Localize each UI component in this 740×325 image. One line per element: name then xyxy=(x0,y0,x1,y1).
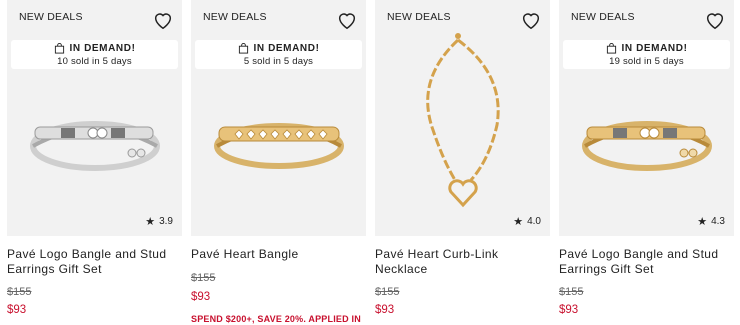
rating-value: 3.9 xyxy=(159,216,173,227)
star-icon: ★ xyxy=(513,216,524,228)
sale-price: $93 xyxy=(191,291,211,303)
shopping-bag-icon xyxy=(238,43,248,54)
product-card[interactable]: NEW DEALS IN DEMAND! 19 sold in 5 days ★… xyxy=(559,0,734,325)
product-card[interactable]: NEW DEALS ★ 4.0 Pavé Heart Curb-Link Nec… xyxy=(375,0,550,325)
in-demand-banner: IN DEMAND! 10 sold in 5 days xyxy=(11,40,178,69)
shopping-bag-icon xyxy=(54,43,64,54)
sale-price: $93 xyxy=(7,304,27,316)
star-icon: ★ xyxy=(145,216,156,228)
shopping-bag-icon xyxy=(606,43,616,54)
sale-price: $93 xyxy=(559,304,579,316)
original-price: $155 xyxy=(191,272,216,284)
heart-icon[interactable] xyxy=(152,9,174,31)
new-deals-badge: NEW DEALS xyxy=(387,11,451,23)
new-deals-badge: NEW DEALS xyxy=(571,11,635,23)
rating: ★ 4.0 xyxy=(513,215,541,228)
star-icon: ★ xyxy=(697,216,708,228)
rating: ★ 3.9 xyxy=(145,215,173,228)
product-name[interactable]: Pavé Heart Bangle xyxy=(191,247,366,262)
sold-count: 5 sold in 5 days xyxy=(243,56,314,67)
product-name[interactable]: Pavé Logo Bangle and Stud Earrings Gift … xyxy=(559,247,734,276)
product-name[interactable]: Pavé Heart Curb-Link Necklace xyxy=(375,247,550,276)
product-card[interactable]: NEW DEALS IN DEMAND! 5 sold in 5 days Pa… xyxy=(191,0,366,325)
gold-bangle-earrings-image[interactable] xyxy=(559,0,734,236)
product-image-area[interactable]: NEW DEALS IN DEMAND! 19 sold in 5 days ★… xyxy=(559,0,734,236)
in-demand-banner: IN DEMAND! 5 sold in 5 days xyxy=(195,40,362,69)
new-deals-badge: NEW DEALS xyxy=(203,11,267,23)
heart-icon[interactable] xyxy=(336,9,358,31)
promo-text: SPEND $200+, SAVE 20%. APPLIED IN xyxy=(191,314,361,324)
in-demand-title: IN DEMAND! xyxy=(69,43,136,54)
heart-icon[interactable] xyxy=(704,9,726,31)
rating-value: 4.3 xyxy=(711,216,725,227)
new-deals-badge: NEW DEALS xyxy=(19,11,83,23)
silver-bangle-earrings-image[interactable] xyxy=(7,0,182,236)
in-demand-title: IN DEMAND! xyxy=(621,43,688,54)
original-price: $155 xyxy=(7,286,32,298)
product-name[interactable]: Pavé Logo Bangle and Stud Earrings Gift … xyxy=(7,247,182,276)
sale-price: $93 xyxy=(375,304,395,316)
sold-count: 19 sold in 5 days xyxy=(609,56,684,67)
heart-icon[interactable] xyxy=(520,9,542,31)
product-card[interactable]: NEW DEALS IN DEMAND! 10 sold in 5 days ★… xyxy=(7,0,182,325)
rating-value: 4.0 xyxy=(527,216,541,227)
sold-count: 10 sold in 5 days xyxy=(57,56,132,67)
in-demand-banner: IN DEMAND! 19 sold in 5 days xyxy=(563,40,730,69)
gold-heart-necklace-image[interactable] xyxy=(375,0,550,236)
product-image-area[interactable]: NEW DEALS IN DEMAND! 10 sold in 5 days ★… xyxy=(7,0,182,236)
rating: ★ 4.3 xyxy=(697,215,725,228)
product-image-area[interactable]: NEW DEALS ★ 4.0 xyxy=(375,0,550,236)
original-price: $155 xyxy=(559,286,584,298)
in-demand-title: IN DEMAND! xyxy=(253,43,320,54)
original-price: $155 xyxy=(375,286,400,298)
product-image-area[interactable]: NEW DEALS IN DEMAND! 5 sold in 5 days xyxy=(191,0,366,236)
gold-heart-bangle-image[interactable] xyxy=(191,0,366,236)
